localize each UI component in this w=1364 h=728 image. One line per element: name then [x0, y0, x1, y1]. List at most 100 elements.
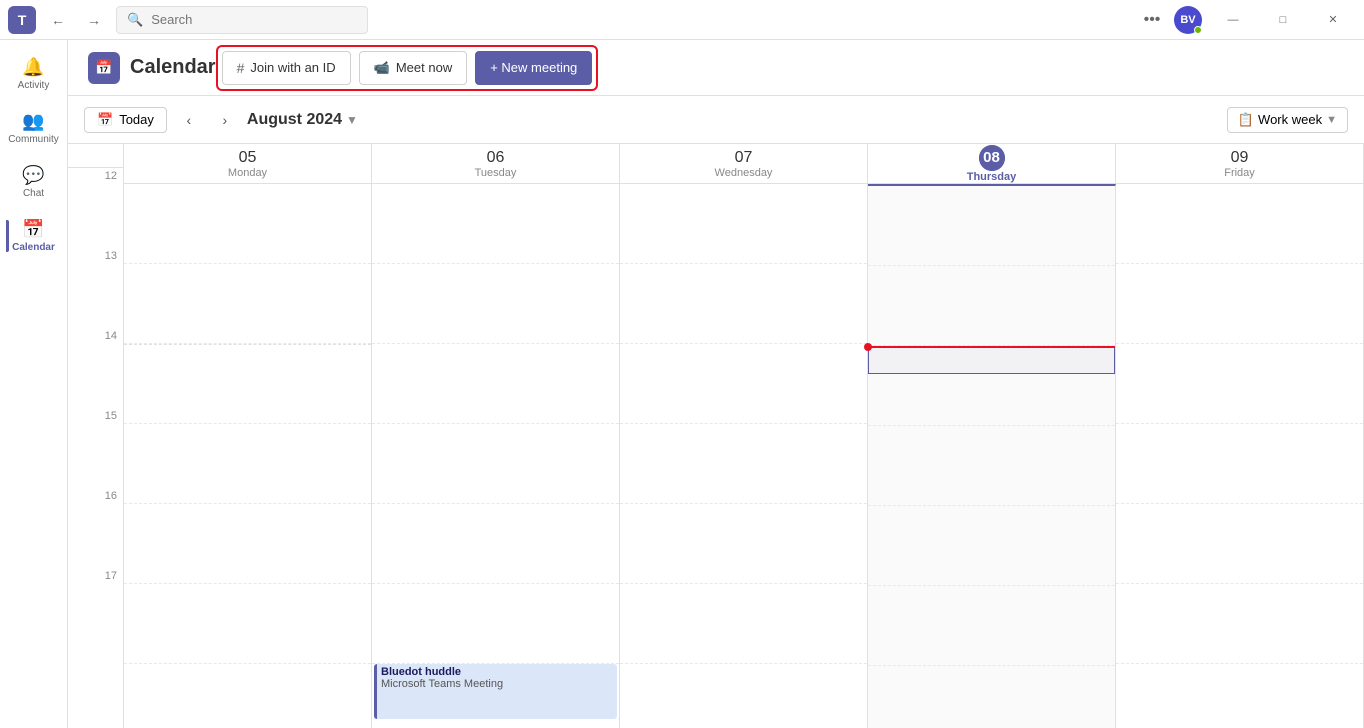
time-row[interactable]: [1116, 344, 1363, 424]
day-column-thu[interactable]: [868, 184, 1116, 728]
time-row[interactable]: [868, 186, 1115, 266]
time-slot-14: 14: [68, 328, 123, 408]
day-name-mon: Monday: [228, 167, 267, 179]
main-layout: 🔔 Activity 👥 Community 💬 Chat 📅 Calendar…: [0, 40, 1364, 728]
time-row[interactable]: [620, 584, 867, 664]
sidebar-item-chat[interactable]: 💬 Chat: [6, 156, 62, 208]
time-slot-18: [68, 648, 123, 728]
time-row[interactable]: [372, 584, 619, 664]
search-input[interactable]: [151, 12, 357, 27]
time-row[interactable]: [620, 664, 867, 728]
chat-icon: 💬: [22, 165, 44, 186]
time-slot-12: 12: [68, 168, 123, 248]
event-bluedot[interactable]: Bluedot huddle Microsoft Teams Meeting: [374, 664, 617, 719]
meet-now-button[interactable]: 📹 Meet now: [359, 51, 468, 85]
minimize-button[interactable]: —: [1210, 6, 1256, 34]
prev-week-button[interactable]: ‹: [175, 106, 203, 134]
window-controls: — □ ✕: [1210, 6, 1356, 34]
new-meeting-button[interactable]: + New meeting: [475, 51, 592, 85]
time-row[interactable]: [1116, 504, 1363, 584]
page-title: Calendar: [130, 56, 216, 79]
time-selection-box[interactable]: [868, 346, 1115, 374]
days-container: 05 Monday 06 Tuesday 07 Wednesday 08: [124, 144, 1364, 728]
join-with-id-button[interactable]: # Join with an ID: [222, 51, 351, 85]
time-row[interactable]: [124, 504, 371, 584]
time-row[interactable]: [868, 506, 1115, 586]
day-column-fri[interactable]: [1116, 184, 1364, 728]
title-bar-right: ••• BV — □ ✕: [1138, 6, 1356, 34]
calendar-container: 12 13 14 15 16 17 05 Monday 06: [68, 144, 1364, 728]
day-number-wed: 07: [735, 149, 753, 167]
time-row[interactable]: [1116, 184, 1363, 264]
dropdown-icon: ▼: [346, 113, 358, 127]
view-icon: 📋: [1238, 112, 1254, 128]
calendar-header: 📅 Calendar # Join with an ID 📹 Meet now …: [68, 40, 1364, 96]
time-row[interactable]: [1116, 424, 1363, 504]
day-number-tue: 06: [487, 149, 505, 167]
time-row[interactable]: [620, 504, 867, 584]
days-grid[interactable]: Bluedot huddle Microsoft Teams Meeting: [124, 184, 1364, 728]
sidebar-item-calendar[interactable]: 📅 Calendar: [6, 210, 62, 262]
time-row[interactable]: [124, 184, 371, 264]
time-row[interactable]: [372, 184, 619, 264]
day-number-mon: 05: [239, 149, 257, 167]
time-row[interactable]: [124, 664, 371, 728]
content-area: 📅 Calendar # Join with an ID 📹 Meet now …: [68, 40, 1364, 728]
time-row[interactable]: [868, 426, 1115, 506]
month-year-label[interactable]: August 2024 ▼: [247, 111, 358, 129]
forward-button[interactable]: →: [80, 6, 108, 34]
more-options-button[interactable]: •••: [1138, 6, 1166, 34]
time-row[interactable]: [868, 666, 1115, 728]
time-row[interactable]: [1116, 264, 1363, 344]
day-column-mon[interactable]: [124, 184, 372, 728]
time-row[interactable]: [372, 264, 619, 344]
time-row[interactable]: [1116, 664, 1363, 728]
time-row[interactable]: [372, 344, 619, 424]
time-header: [68, 144, 123, 168]
time-row[interactable]: [372, 504, 619, 584]
day-name-fri: Friday: [1224, 167, 1255, 179]
day-column-wed[interactable]: [620, 184, 868, 728]
day-number-thu: 08: [979, 145, 1005, 171]
time-row[interactable]: [124, 344, 371, 424]
close-button[interactable]: ✕: [1310, 6, 1356, 34]
community-icon: 👥: [22, 111, 44, 132]
view-selector[interactable]: 📋 Work week ▼: [1227, 107, 1348, 133]
day-header-tue: 06 Tuesday: [372, 144, 620, 183]
time-row[interactable]: [868, 586, 1115, 666]
current-time-dot: [864, 343, 872, 351]
teams-logo: T: [8, 6, 36, 34]
maximize-button[interactable]: □: [1260, 6, 1306, 34]
day-header-thu: 08 Thursday: [868, 144, 1116, 183]
time-row[interactable]: [372, 424, 619, 504]
time-row[interactable]: [124, 424, 371, 504]
sidebar-label-calendar: Calendar: [12, 242, 55, 253]
day-header-mon: 05 Monday: [124, 144, 372, 183]
action-buttons-group: # Join with an ID 📹 Meet now + New meeti…: [216, 45, 599, 91]
time-row[interactable]: [1116, 584, 1363, 664]
time-row[interactable]: [620, 264, 867, 344]
sidebar-item-activity[interactable]: 🔔 Activity: [6, 48, 62, 100]
active-indicator: [6, 220, 9, 252]
calendar-nav: 📅 Today ‹ › August 2024 ▼ 📋 Work week ▼: [68, 96, 1364, 144]
next-week-button[interactable]: ›: [211, 106, 239, 134]
back-button[interactable]: ←: [44, 6, 72, 34]
time-column: 12 13 14 15 16 17: [68, 144, 124, 728]
today-button[interactable]: 📅 Today: [84, 107, 167, 133]
sidebar: 🔔 Activity 👥 Community 💬 Chat 📅 Calendar: [0, 40, 68, 728]
time-row[interactable]: [620, 344, 867, 424]
time-row[interactable]: [620, 424, 867, 504]
day-column-tue[interactable]: Bluedot huddle Microsoft Teams Meeting: [372, 184, 620, 728]
time-row[interactable]: [124, 584, 371, 664]
day-name-tue: Tuesday: [475, 167, 517, 179]
title-bar-left: T ← → 🔍: [8, 6, 368, 34]
time-row[interactable]: [124, 264, 371, 344]
time-slot-17: 17: [68, 568, 123, 648]
sidebar-item-community[interactable]: 👥 Community: [6, 102, 62, 154]
avatar[interactable]: BV: [1174, 6, 1202, 34]
presence-badge: [1194, 26, 1202, 34]
day-header-wed: 07 Wednesday: [620, 144, 868, 183]
event-subtitle: Microsoft Teams Meeting: [381, 678, 613, 690]
time-row[interactable]: [868, 266, 1115, 346]
time-row[interactable]: [620, 184, 867, 264]
